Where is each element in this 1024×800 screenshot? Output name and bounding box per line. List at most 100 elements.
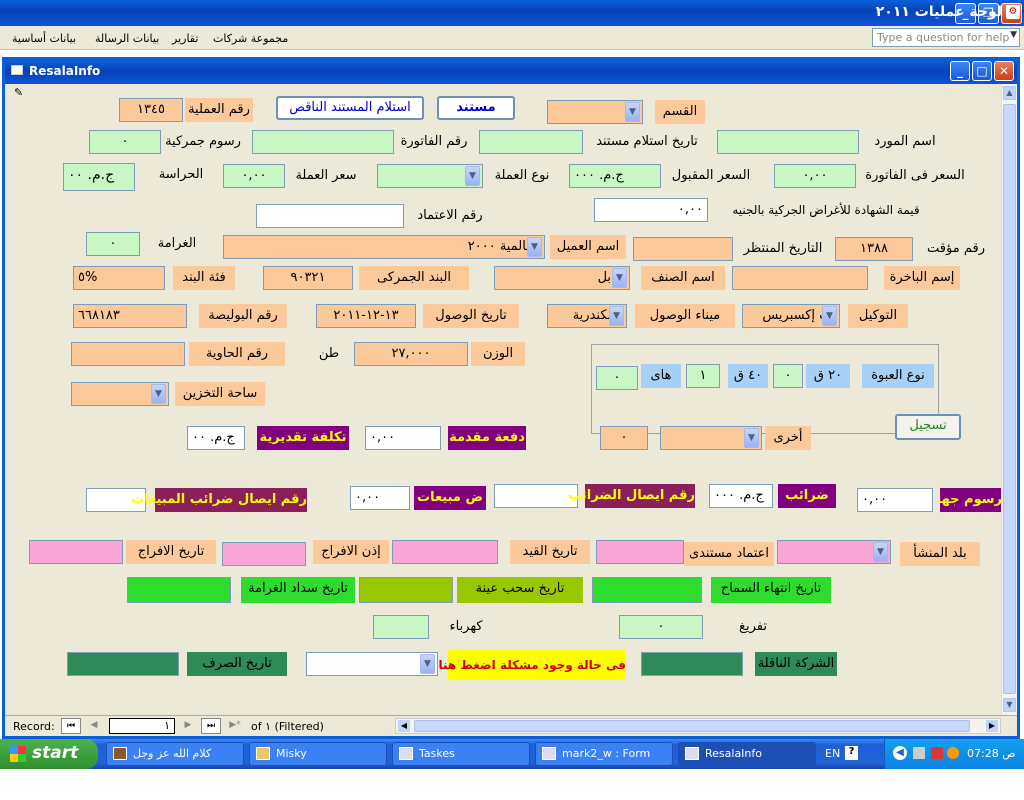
- dropdown-arrow-icon[interactable]: ▼: [527, 237, 542, 257]
- report-problem-button[interactable]: فى حالة وجود مشكلة اضغط هنا: [439, 650, 626, 680]
- guard-field[interactable]: ج.م. ٠٠: [63, 163, 135, 191]
- arrival-date-field[interactable]: ١٣-١٢-٢٠١١: [316, 304, 416, 328]
- container-no-field[interactable]: [71, 342, 185, 366]
- help-icon[interactable]: ?: [845, 746, 858, 760]
- vessel-field[interactable]: [732, 266, 868, 290]
- tray-arrow-icon[interactable]: ◀: [893, 746, 907, 760]
- sales-tax-field[interactable]: ٠,٠٠: [350, 486, 410, 510]
- document-button[interactable]: مستند: [437, 96, 515, 120]
- electricity-field[interactable]: [373, 615, 429, 639]
- dropdown-arrow-icon[interactable]: ▼: [609, 306, 624, 326]
- supplier-field[interactable]: [717, 130, 859, 154]
- disbursement-date-field[interactable]: [67, 652, 179, 676]
- exchange-rate-field[interactable]: ٠,٠٠: [223, 164, 285, 188]
- section-select[interactable]: ▼: [547, 100, 643, 124]
- other-qty-field[interactable]: ٠: [600, 426, 648, 450]
- expected-date-field[interactable]: [633, 237, 733, 261]
- dropdown-arrow-icon[interactable]: ▼: [744, 428, 759, 448]
- child-minimize-icon[interactable]: _: [950, 61, 970, 81]
- menu-companies[interactable]: مجموعة شركات: [213, 32, 288, 45]
- entity-fees-field[interactable]: ٠,٠٠: [857, 488, 933, 512]
- release-permit-label: إذن الافراج: [313, 540, 389, 564]
- form-icon: [399, 747, 413, 760]
- temp-no-field[interactable]: ١٣٨٨: [835, 237, 913, 261]
- first-record-icon[interactable]: ⏮: [61, 718, 81, 734]
- menu-shipment-data[interactable]: بيانات الرسالة: [95, 32, 159, 45]
- unloading-field[interactable]: ٠: [619, 615, 703, 639]
- fine-field[interactable]: ٠: [86, 232, 140, 256]
- vertical-scrollbar[interactable]: ▲ ▼: [1001, 84, 1017, 716]
- prev-record-icon[interactable]: ◀: [85, 718, 103, 734]
- dropdown-arrow-icon[interactable]: ▼: [420, 654, 435, 674]
- dropdown-arrow-icon[interactable]: ▼: [612, 268, 627, 288]
- new-record-icon[interactable]: ▶*: [225, 718, 245, 734]
- receive-missing-doc-button[interactable]: استلام المستند الناقص: [276, 96, 424, 120]
- taskbar-item-misky[interactable]: Misky: [249, 742, 387, 766]
- taskbar-item-mark2[interactable]: mark2_w : Form: [535, 742, 673, 766]
- advance-field[interactable]: ٠,٠٠: [365, 426, 441, 450]
- policy-no-field[interactable]: ٦٦٨١٨٣: [73, 304, 187, 328]
- invoice-no-field[interactable]: [252, 130, 394, 154]
- other-type-select[interactable]: ▼: [660, 426, 762, 450]
- release-permit-field[interactable]: [222, 542, 306, 566]
- child-close-icon[interactable]: ✕: [994, 61, 1014, 81]
- taxes-field[interactable]: ج.م. ٠٠٠: [709, 484, 773, 508]
- menu-reports[interactable]: تقارير: [172, 32, 198, 45]
- accepted-price-field[interactable]: ج.م. ٠٠٠: [569, 164, 661, 188]
- q40-field[interactable]: ١: [686, 364, 720, 388]
- scroll-down-icon[interactable]: ▼: [1003, 698, 1016, 712]
- client-select[interactable]: العالمية ٢٠٠٠ ▼: [223, 235, 545, 259]
- dropdown-arrow-icon[interactable]: ▼: [465, 166, 480, 186]
- agency-select[interactable]: اب إكسبريس ▼: [742, 304, 840, 328]
- scroll-right-icon[interactable]: ▶: [986, 720, 998, 732]
- origin-select[interactable]: ▼: [777, 540, 891, 564]
- category-select[interactable]: توابل▼: [494, 266, 630, 290]
- entry-date-field[interactable]: [392, 540, 498, 564]
- op-no-field[interactable]: ١٣٤٥: [119, 98, 183, 122]
- release-date-field[interactable]: [29, 540, 123, 564]
- doc-approval-field[interactable]: [596, 540, 684, 564]
- h-scroll-thumb[interactable]: [414, 720, 970, 732]
- horizontal-scrollbar[interactable]: ◀ ▶: [395, 718, 1001, 734]
- taskbar-item-resalainfo[interactable]: ResalaInfo: [678, 742, 816, 766]
- customs-fees-field[interactable]: ٠: [89, 130, 161, 154]
- menu-basic-data[interactable]: بيانات أساسية: [12, 32, 76, 45]
- problem-type-select[interactable]: ▼: [306, 652, 438, 676]
- register-button[interactable]: تسجيل: [895, 414, 961, 440]
- item-category-field[interactable]: ٥%: [73, 266, 165, 290]
- scroll-thumb[interactable]: [1003, 104, 1016, 694]
- fine-pay-date-field[interactable]: [127, 577, 231, 603]
- child-restore-icon[interactable]: □: [972, 61, 992, 81]
- start-button[interactable]: start: [0, 739, 98, 769]
- next-record-icon[interactable]: ▶: [179, 718, 197, 734]
- port-select[interactable]: اسكندرية ▼: [547, 304, 627, 328]
- last-record-icon[interactable]: ⏭: [201, 718, 221, 734]
- high-field[interactable]: ٠: [596, 366, 638, 390]
- storage-yard-select[interactable]: ▼: [71, 382, 169, 406]
- doc-receipt-date-field[interactable]: [479, 130, 583, 154]
- weight-field[interactable]: ٢٧,٠٠٠: [354, 342, 468, 366]
- dropdown-arrow-icon[interactable]: ▼: [822, 306, 837, 326]
- q20-field[interactable]: ٠: [773, 364, 803, 388]
- tariff-field[interactable]: ٩٠٣٢١: [263, 266, 353, 290]
- tax-receipt-field[interactable]: [494, 484, 578, 508]
- taskbar-item-taskes[interactable]: Taskes: [392, 742, 530, 766]
- allowance-end-field[interactable]: [592, 577, 702, 603]
- carrier-field[interactable]: [641, 652, 743, 676]
- language-indicator[interactable]: EN: [825, 747, 840, 760]
- record-number-input[interactable]: ١: [109, 718, 175, 734]
- taskbar-item-quran[interactable]: كلام الله عز وجل: [106, 742, 244, 766]
- dropdown-arrow-icon[interactable]: ▼: [1010, 30, 1017, 40]
- currency-select[interactable]: ▼: [377, 164, 483, 188]
- scroll-up-icon[interactable]: ▲: [1003, 86, 1016, 100]
- dropdown-arrow-icon[interactable]: ▼: [873, 542, 888, 562]
- help-search-input[interactable]: Type a question for help ▼: [872, 28, 1020, 47]
- invoice-price-field[interactable]: ٠,٠٠: [774, 164, 856, 188]
- scroll-left-icon[interactable]: ◀: [398, 720, 410, 732]
- sample-date-field[interactable]: [359, 577, 453, 603]
- dropdown-arrow-icon[interactable]: ▼: [625, 102, 640, 122]
- approval-no-field[interactable]: [256, 204, 404, 228]
- dropdown-arrow-icon[interactable]: ▼: [151, 384, 166, 404]
- est-cost-field[interactable]: ج.م. ٠٠: [187, 426, 245, 450]
- cert-value-field[interactable]: ٠,٠٠: [594, 198, 708, 222]
